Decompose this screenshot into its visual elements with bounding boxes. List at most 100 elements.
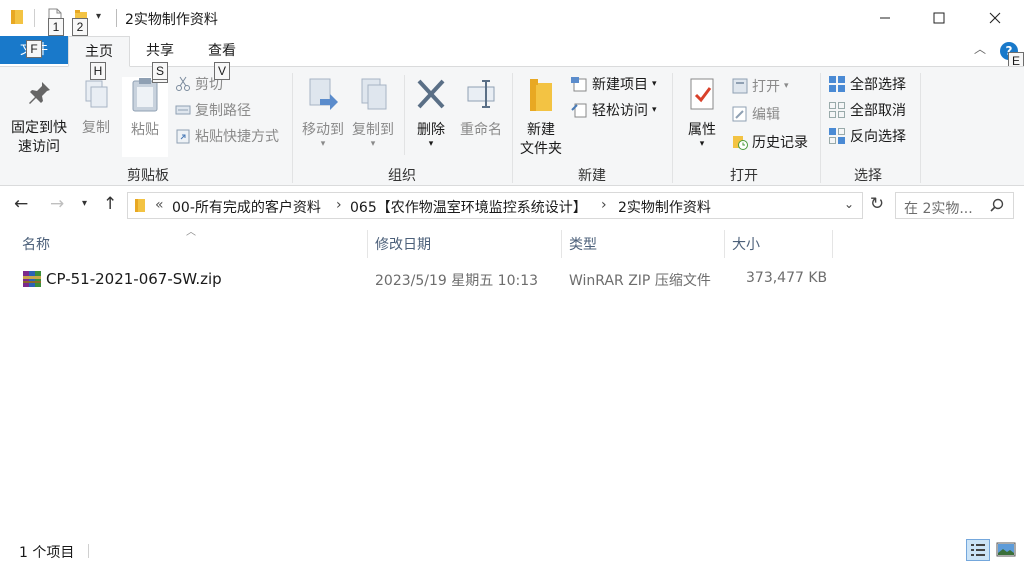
easy-access-button[interactable]: 轻松访问 ▾ bbox=[570, 99, 657, 121]
group-label-organize: 组织 bbox=[388, 168, 416, 184]
properties-button[interactable]: 属性 ▾ bbox=[680, 77, 724, 149]
details-view-button[interactable] bbox=[966, 539, 990, 561]
chevron-up-icon[interactable]: ︿ bbox=[974, 40, 986, 57]
select-none-button[interactable]: 全部取消 bbox=[828, 99, 906, 121]
recent-locations-icon[interactable]: ▾ bbox=[82, 198, 87, 209]
large-icons-view-button[interactable] bbox=[994, 539, 1018, 561]
group-separator bbox=[820, 73, 821, 183]
column-header-size[interactable]: 大小 bbox=[732, 234, 760, 254]
table-row[interactable]: CP-51-2021-067-SW.zip 2023/5/19 星期五 10:1… bbox=[20, 266, 840, 292]
maximize-button[interactable] bbox=[916, 0, 962, 36]
up-arrow-icon[interactable]: ↑ bbox=[103, 194, 117, 214]
chevron-right-icon[interactable]: › bbox=[336, 197, 342, 213]
column-headers: ︿ 名称 修改日期 类型 大小 bbox=[0, 226, 1024, 260]
copy-to-button[interactable]: 复制到 ▾ bbox=[348, 77, 398, 149]
keytip-home: H bbox=[90, 62, 106, 80]
column-header-type[interactable]: 类型 bbox=[569, 234, 597, 254]
breadcrumb-item[interactable]: 2实物制作资料 bbox=[618, 197, 711, 217]
folder-icon[interactable] bbox=[10, 9, 24, 28]
file-date: 2023/5/19 星期五 10:13 bbox=[375, 273, 539, 289]
group-label-new: 新建 bbox=[578, 168, 606, 184]
refresh-icon[interactable]: ↻ bbox=[866, 194, 888, 218]
copy-icon bbox=[85, 80, 108, 108]
forward-arrow-icon[interactable]: → bbox=[50, 194, 64, 214]
navigation-bar: ← → ▾ ↑ « 00-所有完成的客户资料 › 065【农作物温室环境监控系统… bbox=[0, 186, 1024, 226]
chevron-down-icon[interactable]: ⌄ bbox=[844, 197, 854, 211]
keytip-2: 2 bbox=[72, 18, 88, 36]
invert-selection-button[interactable]: 反向选择 bbox=[828, 125, 906, 147]
edit-button[interactable]: 编辑 bbox=[732, 103, 780, 125]
file-size: 373,477 KB bbox=[746, 270, 828, 286]
breadcrumb-item[interactable]: 00-所有完成的客户资料 bbox=[172, 197, 321, 217]
properties-icon bbox=[690, 78, 714, 110]
paste-button[interactable]: 粘贴 bbox=[122, 77, 168, 157]
move-to-icon bbox=[309, 78, 338, 110]
column-divider[interactable] bbox=[561, 230, 562, 258]
column-header-date[interactable]: 修改日期 bbox=[375, 234, 431, 254]
column-divider[interactable] bbox=[724, 230, 725, 258]
search-placeholder: 在 2实物... bbox=[904, 201, 973, 217]
large-icons-view-icon bbox=[996, 542, 1016, 557]
folder-icon bbox=[134, 198, 146, 216]
ribbon: 固定到快 速访问 复制 粘贴 S 剪切 复制路径 粘贴快捷方式 剪贴板 移动到 … bbox=[0, 65, 1024, 186]
copy-button[interactable]: 复制 bbox=[76, 79, 116, 138]
copy-path-icon bbox=[175, 105, 191, 115]
address-bar[interactable]: « 00-所有完成的客户资料 › 065【农作物温室环境监控系统设计】 › 2实… bbox=[127, 192, 863, 219]
ribbon-tabs: 文件 F 主页 H 共享 S 查看 V ︿ ? E bbox=[0, 36, 1024, 80]
item-count: 1 个项目 bbox=[19, 545, 75, 561]
new-item-button[interactable]: 新建项目 ▾ bbox=[570, 73, 657, 95]
minimize-button[interactable] bbox=[862, 0, 908, 36]
history-button[interactable]: 历史记录 bbox=[732, 131, 808, 153]
copy-to-icon bbox=[361, 78, 387, 110]
column-header-name[interactable]: 名称 bbox=[22, 234, 50, 254]
paste-shortcut-button[interactable]: 粘贴快捷方式 bbox=[175, 125, 279, 147]
customize-quick-access-icon[interactable]: ▾ bbox=[96, 11, 101, 22]
close-button[interactable] bbox=[972, 0, 1018, 36]
status-separator bbox=[88, 544, 89, 558]
group-label-clipboard: 剪贴板 bbox=[127, 168, 169, 184]
open-button[interactable]: 打开 ▾ bbox=[732, 75, 789, 97]
group-label-open: 打开 bbox=[730, 168, 758, 184]
title-bar: 1 2 ▾ 2实物制作资料 bbox=[0, 0, 1024, 36]
window-title: 2实物制作资料 bbox=[125, 12, 218, 28]
pin-label-line1: 固定到快 bbox=[11, 120, 67, 136]
group-separator bbox=[512, 73, 513, 183]
back-arrow-icon[interactable]: ← bbox=[14, 194, 28, 214]
rename-button[interactable]: 重命名 bbox=[456, 77, 506, 140]
group-separator bbox=[920, 73, 921, 183]
search-icon[interactable] bbox=[990, 198, 1004, 215]
invert-selection-icon bbox=[829, 128, 845, 144]
paste-shortcut-icon bbox=[176, 129, 190, 144]
easy-access-icon bbox=[571, 103, 587, 118]
open-icon bbox=[732, 78, 748, 94]
new-item-icon bbox=[571, 77, 587, 92]
select-all-icon bbox=[829, 76, 845, 92]
delete-button[interactable]: 删除 ▾ bbox=[410, 77, 452, 149]
new-folder-button[interactable]: 新建 文件夹 bbox=[516, 77, 566, 159]
keytip-1: 1 bbox=[48, 18, 64, 36]
pin-icon bbox=[29, 82, 50, 104]
copy-path-button[interactable]: 复制路径 bbox=[175, 99, 251, 121]
select-all-button[interactable]: 全部选择 bbox=[828, 73, 906, 95]
file-name: CP-51-2021-067-SW.zip bbox=[46, 270, 222, 288]
title-separator bbox=[116, 9, 117, 27]
select-none-icon bbox=[829, 102, 845, 118]
history-icon bbox=[733, 136, 748, 150]
search-box[interactable]: 在 2实物... bbox=[895, 192, 1014, 219]
move-to-button[interactable]: 移动到 ▾ bbox=[298, 77, 348, 149]
status-bar: 1 个项目 bbox=[0, 538, 1024, 566]
quick-access-separator bbox=[34, 9, 35, 27]
keytip-share: S bbox=[152, 62, 168, 80]
column-divider[interactable] bbox=[832, 230, 833, 258]
keytip-view: V bbox=[214, 62, 230, 80]
breadcrumb-item[interactable]: 065【农作物温室环境监控系统设计】 bbox=[350, 197, 587, 217]
breadcrumb-overflow[interactable]: « bbox=[155, 197, 164, 213]
scissors-icon bbox=[176, 76, 190, 91]
pin-quick-access-button[interactable]: 固定到快 速访问 bbox=[6, 79, 72, 157]
group-label-select: 选择 bbox=[854, 168, 882, 184]
pin-label-line2: 速访问 bbox=[18, 139, 60, 155]
sort-ascending-icon: ︿ bbox=[186, 227, 196, 238]
column-divider[interactable] bbox=[367, 230, 368, 258]
file-type: WinRAR ZIP 压缩文件 bbox=[569, 273, 711, 289]
chevron-right-icon[interactable]: › bbox=[601, 197, 607, 213]
